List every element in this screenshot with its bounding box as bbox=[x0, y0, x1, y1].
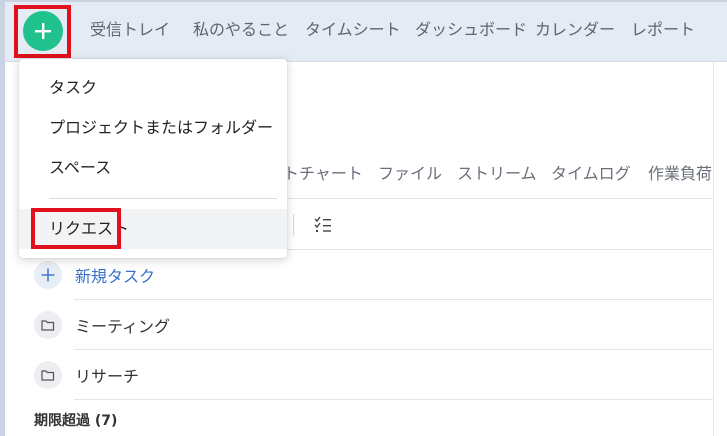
folder-row-research[interactable]: リサーチ bbox=[34, 360, 139, 390]
request-highlight bbox=[31, 208, 121, 249]
new-task-label: 新規タスク bbox=[75, 267, 156, 286]
menu-divider bbox=[49, 198, 277, 199]
nav-calendar[interactable]: カレンダー bbox=[535, 18, 615, 42]
window-frame-left bbox=[0, 0, 5, 436]
tab-workload[interactable]: 作業負荷 bbox=[648, 162, 712, 186]
plus-icon bbox=[34, 261, 62, 289]
add-button[interactable] bbox=[23, 11, 63, 51]
new-task-row[interactable]: 新規タスク bbox=[34, 260, 155, 290]
plus-icon bbox=[35, 23, 51, 39]
tab-gantt-chart[interactable]: トチャート bbox=[283, 162, 363, 186]
right-panel-edge bbox=[713, 62, 727, 436]
nav-reports[interactable]: レポート bbox=[631, 18, 695, 42]
menu-item-project-or-folder[interactable]: プロジェクトまたはフォルダー bbox=[19, 108, 287, 148]
row-divider bbox=[74, 399, 713, 400]
tab-stream[interactable]: ストリーム bbox=[457, 162, 537, 186]
menu-item-space[interactable]: スペース bbox=[19, 148, 287, 188]
folder-label: ミーティング bbox=[75, 317, 171, 336]
top-navigation-bar: 受信トレイ 私のやること タイムシート ダッシュボード カレンダー レポート bbox=[5, 2, 727, 62]
checklist-icon[interactable] bbox=[312, 215, 334, 235]
folder-icon bbox=[34, 311, 62, 339]
nav-timesheet[interactable]: タイムシート bbox=[305, 18, 401, 42]
nav-inbox[interactable]: 受信トレイ bbox=[90, 18, 170, 42]
folder-row-meeting[interactable]: ミーティング bbox=[34, 310, 170, 340]
overdue-section-header: 期限超過 (7) bbox=[34, 413, 118, 429]
toolbar-divider bbox=[293, 214, 294, 236]
tab-time-log[interactable]: タイムログ bbox=[551, 162, 631, 186]
row-divider bbox=[74, 299, 713, 300]
folder-icon bbox=[34, 361, 62, 389]
tab-files[interactable]: ファイル bbox=[378, 162, 442, 186]
folder-label: リサーチ bbox=[75, 367, 140, 386]
nav-my-work[interactable]: 私のやること bbox=[193, 18, 289, 42]
nav-dashboard[interactable]: ダッシュボード bbox=[415, 18, 527, 42]
menu-item-task[interactable]: タスク bbox=[19, 68, 287, 108]
row-divider bbox=[74, 349, 713, 350]
